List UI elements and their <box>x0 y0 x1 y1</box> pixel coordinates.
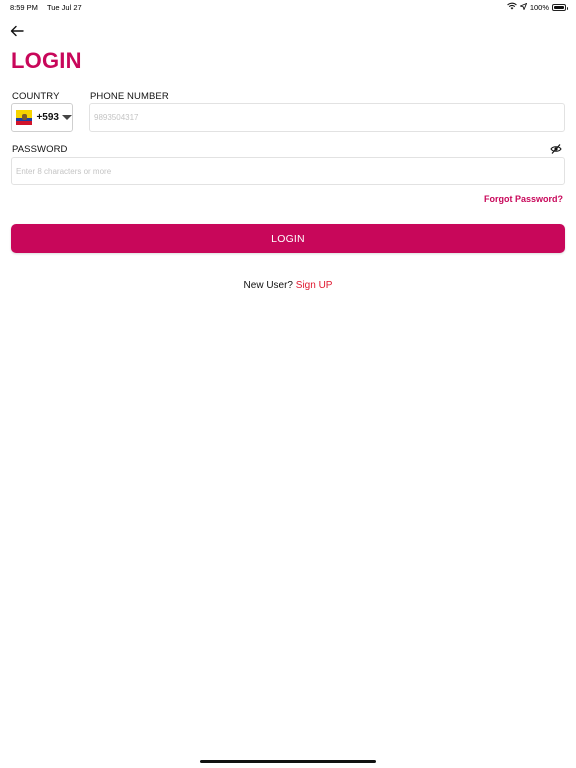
arrow-left-icon <box>10 25 24 37</box>
phone-number-input[interactable] <box>89 103 565 132</box>
password-input[interactable] <box>11 157 565 185</box>
login-button[interactable]: LOGIN <box>11 224 565 253</box>
status-right: 100% <box>507 2 568 12</box>
battery-percent: 100% <box>529 2 549 12</box>
home-indicator[interactable] <box>200 760 376 763</box>
eye-off-icon <box>550 144 562 154</box>
country-code-select[interactable]: +593 <box>11 103 73 132</box>
battery-level <box>554 5 564 9</box>
signup-row: New User? Sign UP <box>0 280 576 291</box>
wifi-icon <box>507 2 517 12</box>
status-bar: 8:59 PM Tue Jul 27 100% <box>0 0 576 14</box>
country-code-value: +593 <box>36 112 59 123</box>
country-label: COUNTRY <box>12 91 60 102</box>
chevron-down-icon <box>62 115 72 120</box>
status-time: 8:59 PM <box>10 3 38 12</box>
new-user-text: New User? <box>243 280 293 291</box>
forgot-password-link[interactable]: Forgot Password? <box>484 194 563 204</box>
password-visibility-toggle[interactable] <box>550 142 562 154</box>
back-button[interactable] <box>8 22 26 40</box>
location-icon <box>518 2 528 12</box>
status-left: 8:59 PM Tue Jul 27 <box>10 3 82 12</box>
ecuador-flag-icon <box>16 110 33 125</box>
page-title: LOGIN <box>11 48 82 73</box>
phone-number-label: PHONE NUMBER <box>90 91 169 102</box>
password-label: PASSWORD <box>12 144 68 155</box>
signup-link[interactable]: Sign UP <box>296 280 333 291</box>
status-date: Tue Jul 27 <box>46 3 82 12</box>
battery-icon <box>552 3 568 11</box>
